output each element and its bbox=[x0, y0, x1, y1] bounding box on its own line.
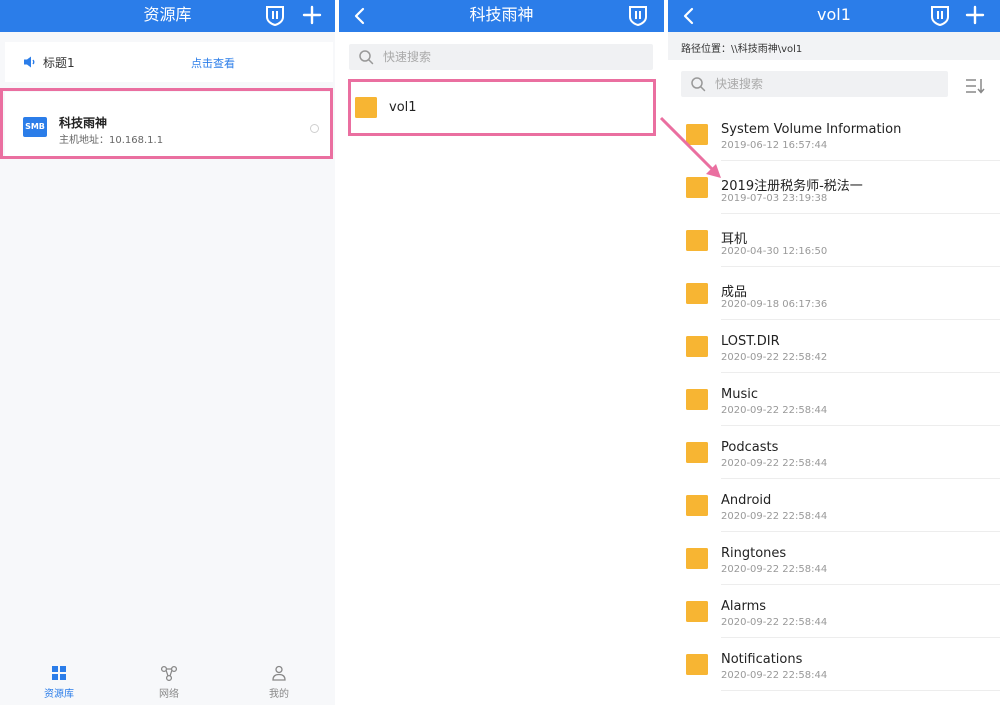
file-row[interactable]: System Volume Information 2019-06-12 16:5… bbox=[668, 108, 1000, 161]
row-divider bbox=[721, 690, 1000, 691]
top-bar: 资源库 bbox=[0, 0, 335, 32]
folder-icon bbox=[686, 177, 708, 198]
nav-item-network[interactable]: 网络 bbox=[139, 665, 199, 700]
file-name: Podcasts bbox=[721, 440, 779, 455]
folder-icon bbox=[686, 654, 708, 675]
path-location: 路径位置：\\科技雨神\vol1 bbox=[681, 44, 803, 55]
file-row[interactable]: LOST.DIR 2020-09-22 22:58:42 bbox=[668, 320, 1000, 373]
file-date: 2020-09-22 22:58:44 bbox=[721, 564, 828, 575]
file-date: 2019-07-03 23:19:38 bbox=[721, 193, 828, 204]
plus-icon[interactable] bbox=[964, 4, 986, 26]
folder-icon bbox=[686, 601, 708, 622]
server-address: 主机地址：10.168.1.1 bbox=[59, 135, 164, 146]
search-box bbox=[681, 71, 948, 97]
folder-icon bbox=[686, 548, 708, 569]
folder-icon bbox=[686, 283, 708, 304]
smb-icon: SMB bbox=[23, 117, 47, 137]
file-date: 2019-06-12 16:57:44 bbox=[721, 140, 828, 151]
file-name: System Volume Information bbox=[721, 122, 902, 137]
grid-icon bbox=[52, 666, 66, 680]
file-date: 2020-09-18 06:17:36 bbox=[721, 299, 828, 310]
file-name: Android bbox=[721, 493, 772, 508]
nav-label-mine: 我的 bbox=[269, 689, 289, 700]
search-input[interactable] bbox=[383, 44, 596, 70]
nav-label-library: 资源库 bbox=[44, 689, 74, 700]
file-row[interactable]: Music 2020-09-22 22:58:44 bbox=[668, 373, 1000, 426]
shield-icon[interactable] bbox=[930, 5, 950, 26]
shield-icon[interactable] bbox=[628, 5, 648, 26]
search-icon bbox=[359, 50, 374, 65]
top-bar: vol1 bbox=[668, 0, 1000, 32]
notice-bar: 标题1 点击查看 bbox=[5, 42, 333, 82]
server-screen: 科技雨神 vol1 bbox=[339, 0, 664, 705]
plus-icon[interactable] bbox=[301, 4, 323, 26]
folder-screen: vol1 路径位置：\\科技雨神\vol1 System Volume Info… bbox=[668, 0, 1000, 705]
bottom-nav: 资源库 网络 我的 bbox=[0, 655, 335, 705]
file-name: 成品 bbox=[721, 285, 748, 300]
file-row[interactable]: Ringtones 2020-09-22 22:58:44 bbox=[668, 532, 1000, 585]
notice-label: 标题1 bbox=[43, 56, 75, 70]
library-screen: 资源库 标题1 点击查看 SMB 科技雨神 主机地址：10.168.1.1 资源… bbox=[0, 0, 335, 705]
file-name: LOST.DIR bbox=[721, 334, 780, 349]
file-name: Music bbox=[721, 387, 758, 402]
file-date: 2020-09-22 22:58:44 bbox=[721, 617, 828, 628]
folder-name: vol1 bbox=[389, 100, 417, 115]
file-name: 耳机 bbox=[721, 232, 748, 247]
folder-icon bbox=[686, 124, 708, 145]
screenshot-stage: 资源库 标题1 点击查看 SMB 科技雨神 主机地址：10.168.1.1 资源… bbox=[0, 0, 1000, 705]
shield-icon[interactable] bbox=[265, 5, 285, 26]
server-name: 科技雨神 bbox=[59, 116, 108, 130]
file-name: 2019注册税务师-税法一 bbox=[721, 179, 863, 194]
file-row[interactable]: 耳机 2020-04-30 12:16:50 bbox=[668, 214, 1000, 267]
folder-icon bbox=[355, 97, 377, 118]
top-bar: 科技雨神 bbox=[339, 0, 664, 32]
folder-icon bbox=[686, 495, 708, 516]
file-date: 2020-09-22 22:58:44 bbox=[721, 405, 828, 416]
file-date: 2020-09-22 22:58:42 bbox=[721, 352, 828, 363]
file-row[interactable]: Alarms 2020-09-22 22:58:44 bbox=[668, 585, 1000, 638]
file-row[interactable]: Notifications 2020-09-22 22:58:44 bbox=[668, 638, 1000, 691]
server-item[interactable]: SMB 科技雨神 主机地址：10.168.1.1 bbox=[5, 92, 333, 156]
server-select-radio[interactable] bbox=[310, 124, 319, 133]
folder-icon bbox=[686, 442, 708, 463]
page-title: vol1 bbox=[817, 5, 851, 24]
network-icon bbox=[160, 665, 178, 681]
notice-view-link[interactable]: 点击查看 bbox=[191, 55, 235, 71]
file-date: 2020-04-30 12:16:50 bbox=[721, 246, 828, 257]
folder-icon bbox=[686, 389, 708, 410]
search-icon bbox=[691, 77, 706, 92]
page-title: 科技雨神 bbox=[469, 5, 534, 24]
search-box bbox=[349, 44, 653, 70]
file-date: 2020-09-22 22:58:44 bbox=[721, 458, 828, 469]
nav-item-library[interactable]: 资源库 bbox=[29, 665, 89, 700]
sort-icon[interactable] bbox=[965, 77, 985, 95]
search-input[interactable] bbox=[715, 71, 902, 97]
file-name: Alarms bbox=[721, 599, 767, 614]
file-name: Notifications bbox=[721, 652, 803, 667]
user-icon bbox=[272, 665, 286, 681]
speaker-icon bbox=[24, 56, 35, 68]
file-date: 2020-09-22 22:58:44 bbox=[721, 511, 828, 522]
file-row[interactable]: Android 2020-09-22 22:58:44 bbox=[668, 479, 1000, 532]
folder-icon bbox=[686, 230, 708, 251]
folder-row-vol1[interactable]: vol1 bbox=[339, 82, 664, 134]
file-date: 2020-09-22 22:58:44 bbox=[721, 670, 828, 681]
nav-item-mine[interactable]: 我的 bbox=[249, 665, 309, 700]
breadcrumb: 路径位置：\\科技雨神\vol1 bbox=[668, 32, 1000, 60]
nav-label-network: 网络 bbox=[159, 689, 179, 700]
file-row[interactable]: Podcasts 2020-09-22 22:58:44 bbox=[668, 426, 1000, 479]
folder-icon bbox=[686, 336, 708, 357]
file-name: Ringtones bbox=[721, 546, 787, 561]
file-row[interactable]: 2019注册税务师-税法一 2019-07-03 23:19:38 bbox=[668, 161, 1000, 214]
file-row[interactable]: 成品 2020-09-18 06:17:36 bbox=[668, 267, 1000, 320]
